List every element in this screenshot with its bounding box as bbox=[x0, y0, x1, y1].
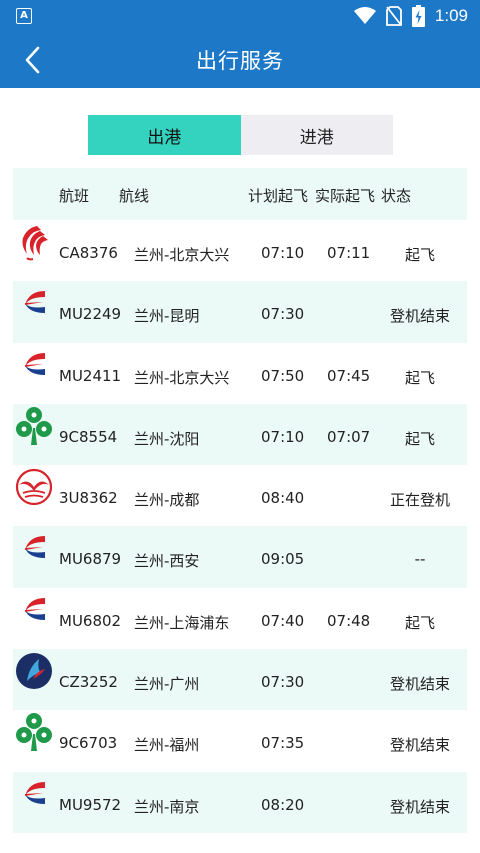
planned-time: 09:05 bbox=[261, 550, 305, 569]
flight-status: 起飞 bbox=[404, 613, 435, 632]
flight-status: 起飞 bbox=[404, 429, 435, 448]
flight-status: 登机结束 bbox=[389, 307, 450, 326]
china-eastern-logo bbox=[15, 590, 53, 630]
flight-table: 航班 航线 计划起飞 实际起飞 状态 CA8376 兰州-北京大兴 07:10 … bbox=[13, 168, 467, 833]
route: 兰州-北京大兴 bbox=[134, 246, 230, 264]
header-planned: 计划起飞 bbox=[248, 187, 309, 205]
air-china-logo bbox=[15, 222, 53, 262]
flight-status: 登机结束 bbox=[389, 797, 450, 816]
planned-time: 07:35 bbox=[261, 734, 305, 753]
table-row[interactable]: MU2249 兰州-昆明 07:30 登机结束 bbox=[13, 281, 467, 343]
planned-time: 07:10 bbox=[261, 427, 305, 446]
route: 兰州-成都 bbox=[134, 491, 200, 510]
flight-status: 起飞 bbox=[404, 368, 435, 387]
header-flight: 航班 bbox=[59, 187, 90, 205]
table-header: 航班 航线 计划起飞 实际起飞 状态 bbox=[13, 168, 467, 220]
status-icons: 1:09 bbox=[353, 5, 468, 27]
wifi-icon bbox=[353, 7, 376, 24]
table-row[interactable]: 9C8554 兰州-沈阳 07:10 07:07 起飞 bbox=[13, 403, 467, 466]
flight-status: 登机结束 bbox=[389, 675, 450, 694]
table-row[interactable]: MU6879 兰州-西安 09:05 -- bbox=[13, 526, 467, 588]
tab-departures[interactable]: 出港 bbox=[88, 115, 241, 155]
header-actual: 实际起飞 bbox=[315, 187, 376, 205]
table-row[interactable]: MU9572 兰州-南京 08:20 登机结束 bbox=[13, 771, 467, 833]
route: 兰州-北京大兴 bbox=[134, 368, 230, 387]
app-notification-icon: A bbox=[16, 8, 32, 24]
planned-time: 07:30 bbox=[261, 305, 305, 324]
actual-time: 07:48 bbox=[327, 611, 371, 630]
table-row[interactable]: MU2411 兰州-北京大兴 07:50 07:45 起飞 bbox=[13, 343, 467, 404]
planned-time: 07:40 bbox=[261, 611, 305, 630]
page-title: 出行服务 bbox=[196, 49, 284, 73]
route: 兰州-昆明 bbox=[134, 307, 200, 326]
route: 兰州-西安 bbox=[134, 552, 200, 571]
china-eastern-logo bbox=[15, 774, 53, 814]
route: 兰州-福州 bbox=[134, 736, 200, 755]
china-eastern-logo bbox=[15, 345, 53, 385]
header-route: 航线 bbox=[119, 187, 150, 205]
direction-tabs: 出港 进港 bbox=[88, 115, 393, 155]
table-row[interactable]: MU6802 兰州-上海浦东 07:40 07:48 起飞 bbox=[13, 588, 467, 649]
table-row[interactable]: CA8376 兰州-北京大兴 07:10 07:11 起飞 bbox=[13, 220, 467, 281]
flight-number: CZ3252 bbox=[59, 673, 118, 692]
flight-number: 9C8554 bbox=[59, 427, 118, 446]
flight-status: 起飞 bbox=[404, 246, 435, 264]
actual-time: 07:11 bbox=[327, 244, 371, 262]
battery-charging-icon bbox=[411, 5, 425, 27]
flight-status: 登机结束 bbox=[389, 736, 450, 755]
route: 兰州-南京 bbox=[134, 797, 200, 816]
status-bar: A 1:09 bbox=[0, 0, 480, 32]
table-row[interactable]: 9C6703 兰州-福州 07:35 登机结束 bbox=[13, 710, 467, 771]
tab-arrivals[interactable]: 进港 bbox=[240, 115, 393, 155]
flight-number: MU2411 bbox=[59, 366, 122, 385]
china-eastern-logo bbox=[15, 528, 53, 568]
clock: 1:09 bbox=[434, 6, 468, 25]
planned-time: 08:20 bbox=[261, 795, 305, 814]
spring-airlines-logo bbox=[15, 712, 53, 752]
flight-number: 9C6703 bbox=[59, 734, 118, 753]
flight-number: MU6879 bbox=[59, 550, 122, 569]
china-southern-logo bbox=[15, 651, 53, 691]
route: 兰州-广州 bbox=[134, 675, 200, 694]
flight-rows: CA8376 兰州-北京大兴 07:10 07:11 起飞 MU2249 兰州-… bbox=[13, 220, 467, 833]
flight-number: MU9572 bbox=[59, 795, 122, 814]
table-row[interactable]: CZ3252 兰州-广州 07:30 登机结束 bbox=[13, 649, 467, 711]
route: 兰州-上海浦东 bbox=[134, 613, 230, 632]
planned-time: 07:30 bbox=[261, 673, 305, 692]
spring-airlines-logo bbox=[15, 406, 53, 446]
flight-number: CA8376 bbox=[59, 244, 118, 262]
nav-bar: 出行服务 bbox=[0, 32, 480, 88]
actual-time: 07:07 bbox=[327, 427, 371, 446]
sichuan-airlines-logo bbox=[15, 467, 53, 507]
no-sim-icon bbox=[386, 6, 402, 26]
header-status: 状态 bbox=[381, 187, 412, 205]
china-eastern-logo bbox=[15, 283, 53, 323]
planned-time: 07:10 bbox=[261, 244, 305, 262]
planned-time: 07:50 bbox=[261, 366, 305, 385]
route: 兰州-沈阳 bbox=[134, 429, 200, 448]
flight-number: 3U8362 bbox=[59, 489, 118, 508]
flight-status: 正在登机 bbox=[389, 491, 450, 510]
flight-number: MU6802 bbox=[59, 611, 122, 630]
flight-status: -- bbox=[414, 550, 426, 569]
flight-number: MU2249 bbox=[59, 305, 122, 324]
planned-time: 08:40 bbox=[261, 489, 305, 508]
actual-time: 07:45 bbox=[327, 366, 371, 385]
table-row[interactable]: 3U8362 兰州-成都 08:40 正在登机 bbox=[13, 465, 467, 526]
